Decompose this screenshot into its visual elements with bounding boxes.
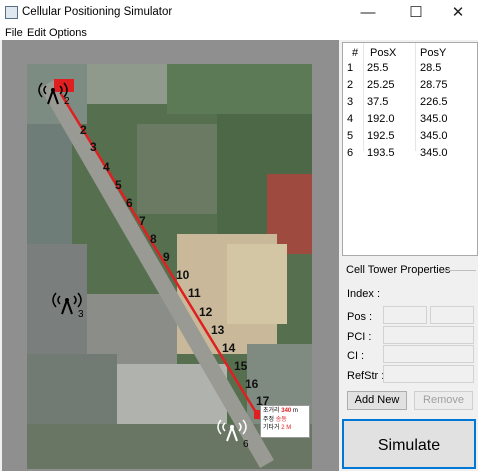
app-icon — [5, 6, 18, 19]
minimize-button[interactable]: — — [346, 0, 390, 26]
positions-table[interactable]: # PosX PosY 1 25.5 28.5 2 25.25 28.75 3 … — [342, 42, 478, 256]
properties-group-title: Cell Tower Properties — [346, 264, 451, 276]
table-row[interactable]: 1 25.5 28.5 — [343, 62, 477, 78]
row-posy: 226.5 — [420, 96, 448, 108]
path-point-label: 14 — [222, 341, 236, 355]
title-bar: Cellular Positioning Simulator — ☐ ✕ — [0, 0, 478, 26]
map-panel: 2 3 6 2 3 4 5 6 7 8 9 10 11 12 13 14 15 … — [2, 40, 339, 471]
row-id: 1 — [347, 62, 354, 74]
path-point-label: 3 — [90, 140, 97, 154]
row-id: 3 — [347, 96, 354, 108]
row-posx: 193.5 — [367, 147, 395, 159]
row-posx: 25.5 — [367, 62, 389, 74]
table-row[interactable]: 5 192.5 345.0 — [343, 130, 477, 146]
row-posy: 345.0 — [420, 130, 448, 142]
pci-label: PCI : — [347, 331, 372, 343]
popup-value: M — [286, 425, 292, 431]
table-row[interactable]: 4 192.0 345.0 — [343, 113, 477, 129]
path-point-label: 8 — [150, 232, 157, 246]
window-title: Cellular Positioning Simulator — [22, 6, 173, 18]
popup-label: 초거리 — [263, 408, 280, 414]
path-point-label: 12 — [199, 305, 213, 319]
pos-x-field[interactable] — [383, 306, 427, 324]
satellite-map[interactable]: 2 3 6 2 3 4 5 6 7 8 9 10 11 12 13 14 15 … — [27, 64, 312, 469]
close-button[interactable]: ✕ — [436, 0, 478, 26]
row-id: 6 — [347, 147, 354, 159]
path-point-label: 2 — [80, 123, 87, 137]
tower-label: 6 — [243, 439, 249, 450]
table-row[interactable]: 6 193.5 345.0 — [343, 147, 477, 163]
popup-unit: m — [292, 408, 298, 414]
row-id: 5 — [347, 130, 354, 142]
path-point-label: 16 — [245, 377, 259, 391]
row-id: 2 — [347, 79, 354, 91]
popup-label: 주정 — [263, 417, 275, 423]
row-posx: 37.5 — [367, 96, 389, 108]
menu-edit[interactable]: Edit — [27, 26, 46, 40]
menu-options[interactable]: Options — [49, 26, 87, 40]
row-posx: 192.5 — [367, 130, 395, 142]
pos-label: Pos : — [347, 311, 373, 323]
path-point-label: 11 — [188, 286, 201, 300]
row-posy: 28.5 — [420, 62, 442, 74]
ci-field[interactable] — [383, 345, 474, 363]
path-point-label: 7 — [139, 214, 146, 228]
path-point-label: 4 — [103, 160, 110, 174]
refstr-label: RefStr : — [347, 370, 385, 382]
group-divider — [443, 270, 476, 271]
path-point-label: 15 — [234, 359, 248, 373]
ci-label: CI : — [347, 350, 365, 362]
popup-value: 송동 — [275, 417, 287, 423]
row-posx: 25.25 — [367, 79, 395, 91]
pos-y-field[interactable] — [430, 306, 474, 324]
popup-distance: 340 — [281, 408, 292, 414]
row-posy: 28.75 — [420, 79, 448, 91]
remove-button[interactable]: Remove — [414, 391, 473, 410]
menu-file[interactable]: File — [5, 26, 23, 40]
info-popup: 초거리 340 m 주정 송동 기타거 2 M — [260, 405, 310, 438]
table-row[interactable]: 3 37.5 226.5 — [343, 96, 477, 112]
column-header[interactable]: # — [352, 47, 358, 59]
tower-label: 3 — [78, 309, 84, 320]
path-point-label: 5 — [115, 178, 122, 192]
row-id: 4 — [347, 113, 354, 125]
refstr-field[interactable] — [383, 365, 474, 383]
path-point-label: 6 — [126, 196, 133, 210]
table-row[interactable]: 2 25.25 28.75 — [343, 79, 477, 95]
index-label: Index : — [347, 288, 381, 300]
simulate-button[interactable]: Simulate — [342, 419, 476, 469]
row-posy: 345.0 — [420, 147, 448, 159]
path-point-label: 9 — [163, 250, 170, 264]
row-posx: 192.0 — [367, 113, 395, 125]
tower-label: 2 — [64, 96, 70, 107]
path-point-label: 13 — [211, 323, 225, 337]
column-header[interactable]: PosY — [420, 47, 446, 59]
menu-bar: File Edit Options — [0, 26, 478, 40]
popup-value: 2 — [281, 425, 285, 431]
row-posy: 345.0 — [420, 113, 448, 125]
pci-field[interactable] — [383, 326, 474, 344]
maximize-button[interactable]: ☐ — [394, 0, 438, 26]
column-header[interactable]: PosX — [370, 47, 396, 59]
add-new-button[interactable]: Add New — [347, 391, 407, 410]
popup-label: 기타거 — [263, 425, 280, 431]
path-point-label: 10 — [176, 268, 190, 282]
